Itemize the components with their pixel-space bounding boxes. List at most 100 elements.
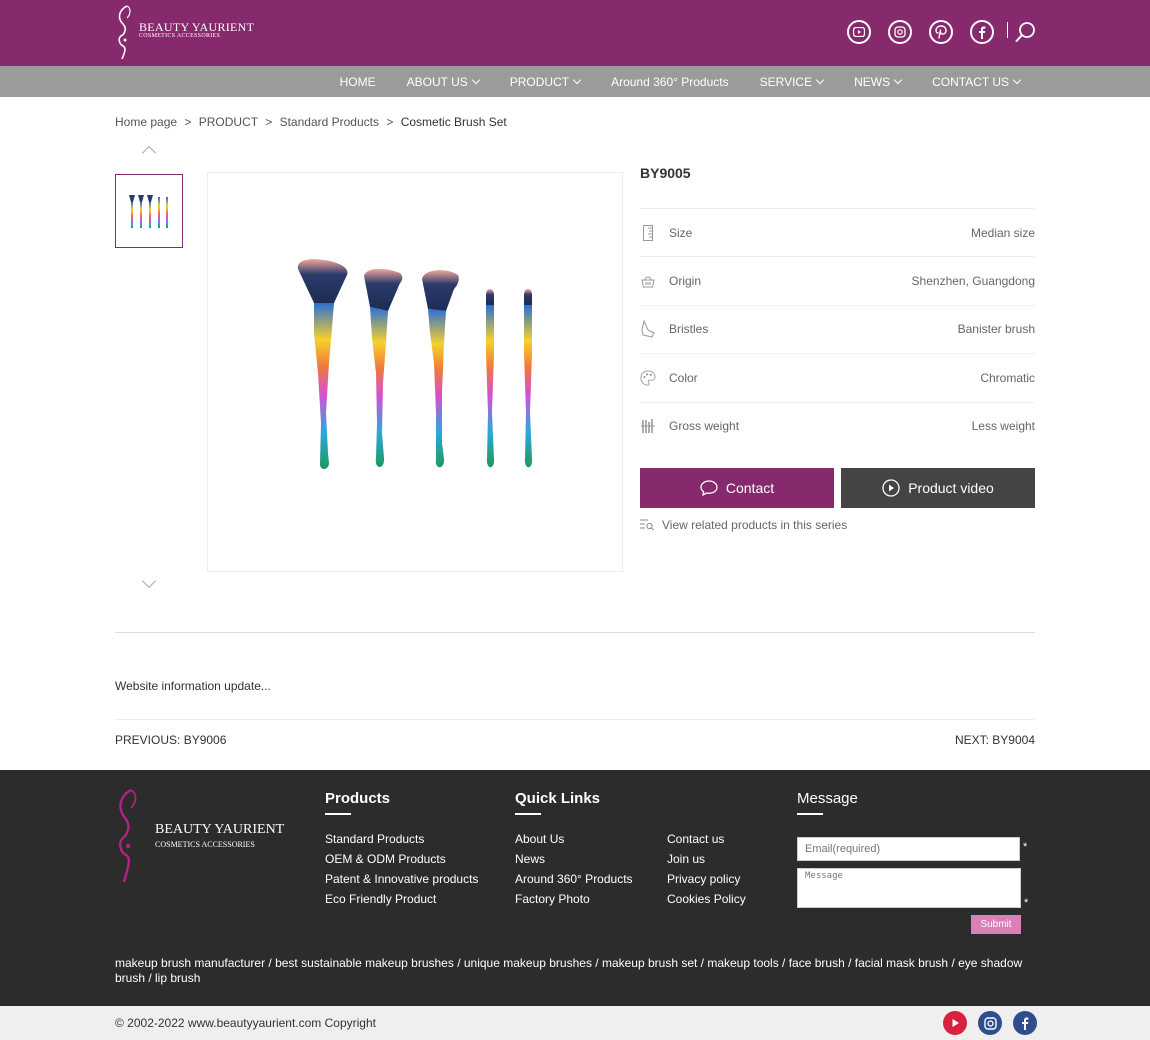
next-product-link[interactable]: NEXT: BY9004 [955,733,1035,747]
spec-label: Origin [669,274,702,289]
footer-link[interactable]: Patent & Innovative products [325,869,478,889]
thumbnail-up-arrow-icon[interactable] [141,145,157,161]
footer-products-list: Standard Products OEM & ODM Products Pat… [325,829,478,909]
footer-quicklinks-list-1: About Us News Around 360° Products Facto… [515,829,633,909]
nav-about-us[interactable]: ABOUT US [391,66,494,97]
chevron-down-icon [572,75,582,84]
spec-label: Bristles [669,322,709,337]
contact-label: Contact [725,480,775,496]
footer-link[interactable]: Eco Friendly Product [325,889,478,909]
footer-link[interactable]: Factory Photo [515,889,633,909]
product-thumbnail[interactable] [115,174,183,248]
breadcrumb-product[interactable]: PRODUCT [199,115,258,129]
section-divider [115,632,1035,633]
next-value: BY9004 [992,733,1035,747]
footer-quicklinks-title: Quick Links [515,790,601,815]
logo-name: BEAUTY YAURIENT [155,822,285,837]
ruler-icon [640,224,656,242]
product-video-button[interactable]: Product video [841,468,1035,508]
contact-button[interactable]: Contact [640,468,834,508]
social-links-top [847,20,994,44]
seo-keywords: makeup brush manufacturer / best sustain… [115,956,1023,985]
breadcrumb-separator: > [265,115,273,129]
logo-tagline: COSMETICS ACCESSORIES [155,840,255,849]
footer: BEAUTY YAURIENT COSMETICS ACCESSORIES Pr… [0,770,1150,1006]
nav-product[interactable]: PRODUCT [494,66,595,97]
instagram-icon[interactable] [978,1011,1002,1035]
header-divider [1007,22,1008,38]
spec-value: Banister brush [957,322,1035,337]
nav-service[interactable]: SERVICE [744,66,838,97]
brush-set-image [297,259,533,469]
breadcrumb: Home page > PRODUCT > Standard Products … [115,115,507,129]
related-products-link[interactable]: View related products in this series [640,518,847,532]
section-divider [115,719,1035,720]
message-field[interactable] [797,868,1021,908]
breadcrumb-separator: > [184,115,192,129]
basket-icon [640,272,656,290]
submit-button[interactable]: Submit [971,915,1021,934]
instagram-icon[interactable] [888,20,912,44]
spec-value: Median size [970,225,1035,240]
brush-set-thumbnail-image [129,195,168,228]
nav-label: HOME [339,74,376,89]
spec-row-size: Size Median size [640,208,1035,256]
spec-row-bristles: Bristles Banister brush [640,304,1035,353]
brush-icon [640,320,656,339]
footer-logo[interactable]: BEAUTY YAURIENT COSMETICS ACCESSORIES [115,788,295,884]
spec-label: Gross weight [669,419,740,434]
footer-link[interactable]: Standard Products [325,829,478,849]
breadcrumb-home[interactable]: Home page [115,115,177,129]
product-main-image[interactable] [207,172,623,572]
nav-label: CONTACT US [932,74,1009,89]
pinterest-icon[interactable] [929,20,953,44]
footer-quicklinks-list-2: Contact us Join us Privacy policy Cookie… [667,829,746,909]
chevron-down-icon [815,75,825,84]
spec-list: Size Median size Origin Shenzhen, Guangd… [640,208,1035,450]
nav-contact-us[interactable]: CONTACT US [917,66,1035,97]
footer-message-title: Message [797,790,858,815]
breadcrumb-standard-products[interactable]: Standard Products [280,115,379,129]
spec-value: Chromatic [980,370,1035,385]
footer-link[interactable]: Contact us [667,829,746,849]
logo-tagline: COSMETICS ACCESSORIES [139,33,221,39]
brand-logo[interactable]: BEAUTY YAURIENT COSMETICS ACCESSORIES [115,4,255,60]
previous-product-link[interactable]: PREVIOUS: BY9006 [115,733,226,747]
chevron-down-icon [893,75,903,84]
footer-link[interactable]: About Us [515,829,633,849]
weight-icon [640,417,656,435]
top-header: BEAUTY YAURIENT COSMETICS ACCESSORIES [0,0,1150,66]
thumbnail-down-arrow-icon[interactable] [141,573,157,589]
footer-link[interactable]: OEM & ODM Products [325,849,478,869]
main-nav-bar: HOME ABOUT US PRODUCT Around 360° Produc… [0,66,1150,97]
spec-value: Shenzhen, Guangdong [911,274,1035,289]
youtube-icon[interactable] [943,1011,967,1035]
youtube-icon[interactable] [847,20,871,44]
palette-icon [640,369,656,387]
footer-link[interactable]: Privacy policy [667,869,746,889]
play-circle-icon [882,479,900,497]
facebook-icon[interactable] [1013,1011,1037,1035]
nav-home[interactable]: HOME [324,66,391,97]
footer-products-title: Products [325,790,391,815]
bottom-bar: © 2002-2022 www.beautyyaurient.com Copyr… [0,1006,1150,1040]
nav-label: NEWS [854,74,891,89]
nav-news[interactable]: NEWS [839,66,917,97]
footer-link[interactable]: Around 360° Products [515,869,633,889]
video-label: Product video [908,480,994,496]
nav-label: Around 360° Products [611,74,729,89]
logo-figure-icon [118,788,137,883]
footer-link[interactable]: Cookies Policy [667,889,746,909]
facebook-icon[interactable] [970,20,994,44]
related-label: View related products in this series [662,518,848,532]
breadcrumb-current: Cosmetic Brush Set [400,115,507,129]
required-mark: * [1023,841,1028,853]
main-nav: HOME ABOUT US PRODUCT Around 360° Produc… [324,66,1035,97]
email-field[interactable] [797,837,1020,861]
chat-bubble-icon [700,480,718,496]
footer-link[interactable]: Join us [667,849,746,869]
spec-row-color: Color Chromatic [640,353,1035,401]
nav-around-360-products[interactable]: Around 360° Products [596,66,745,97]
footer-link[interactable]: News [515,849,633,869]
search-icon[interactable] [1015,21,1037,43]
